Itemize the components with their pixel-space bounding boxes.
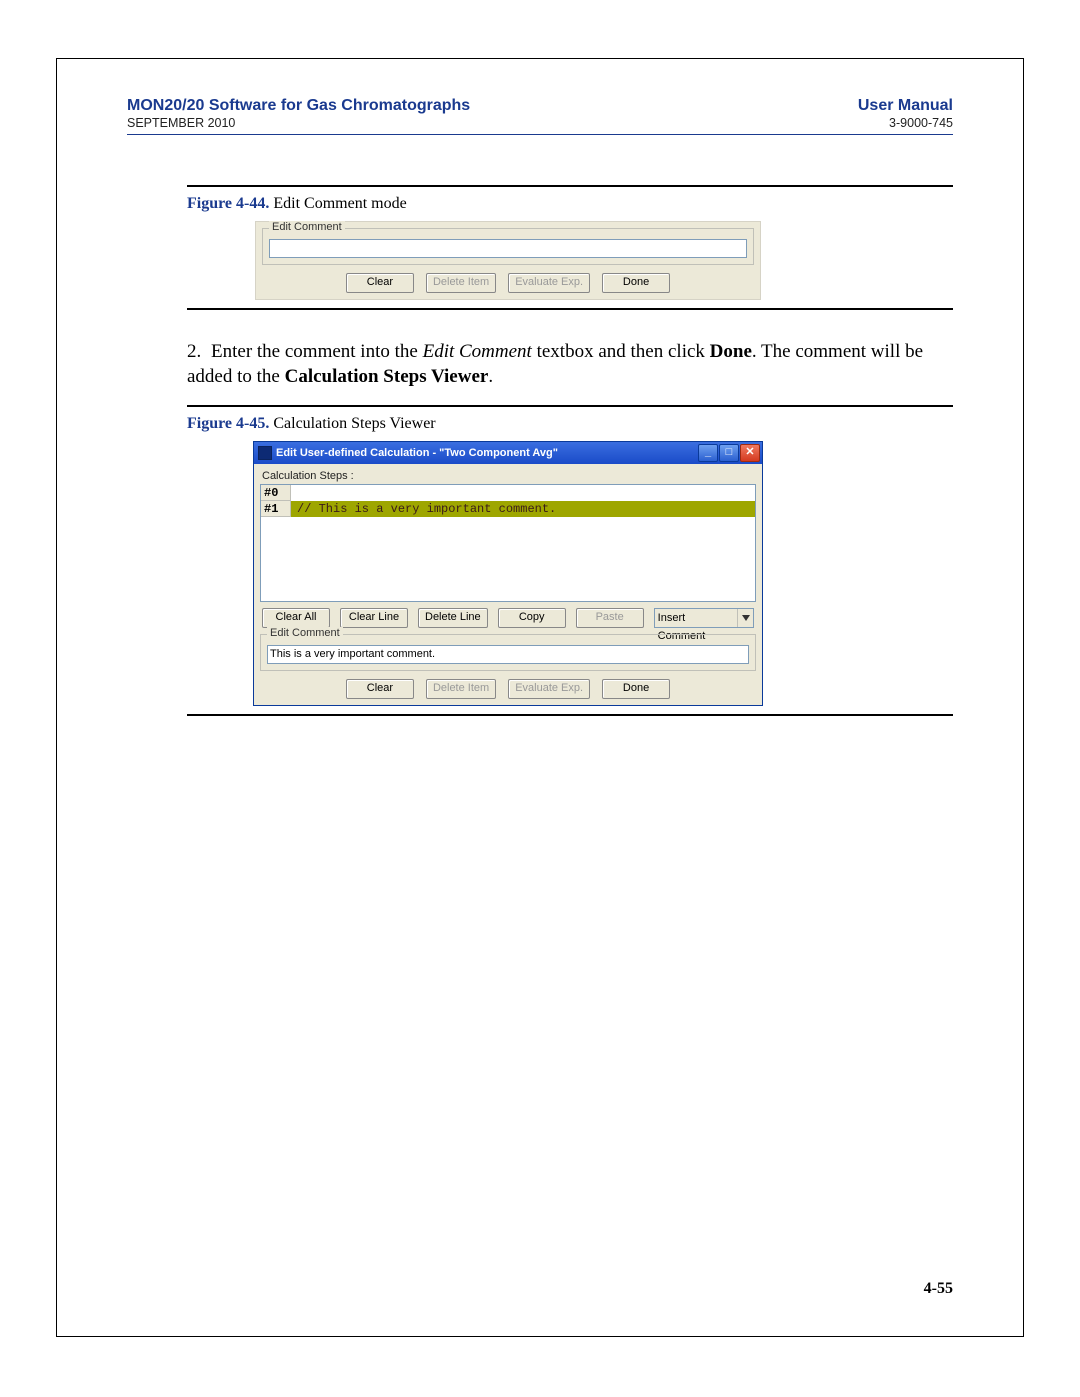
body-edit-comment-ref: Edit Comment (423, 341, 532, 362)
clear-line-button[interactable]: Clear Line (340, 608, 408, 628)
copy-button[interactable]: Copy (498, 608, 566, 628)
step-text-0 (291, 485, 755, 501)
page-content: Figure 4-44. Edit Comment mode Edit Comm… (127, 137, 953, 716)
fig44-caption: Figure 4-44. Edit Comment mode (187, 195, 953, 213)
delete-item-button-2[interactable]: Delete Item (426, 679, 496, 699)
fig45-caption-text: Calculation Steps Viewer (273, 415, 435, 432)
fig44-caption-text: Edit Comment mode (273, 195, 406, 212)
step-idx-0: #0 (261, 485, 291, 501)
hr-below-fig45 (187, 714, 953, 716)
window-title: Edit User-defined Calculation - "Two Com… (276, 447, 698, 459)
hr-above-fig45 (187, 405, 953, 407)
window-body: Calculation Steps : #0 #1 // This is a v… (254, 464, 762, 705)
maximize-button[interactable]: □ (719, 444, 739, 462)
edit-comment-input[interactable] (269, 239, 747, 258)
doc-header: MON20/20 Software for Gas Chromatographs… (127, 97, 953, 135)
hr-above-fig44 (187, 185, 953, 187)
step-idx-1: #1 (261, 501, 291, 517)
edit-comment-input-2[interactable]: This is a very important comment. (267, 645, 749, 664)
clear-button-2[interactable]: Clear (346, 679, 414, 699)
chevron-down-icon[interactable] (737, 609, 753, 627)
header-title-left: MON20/20 Software for Gas Chromatographs (127, 97, 470, 115)
evaluate-exp-button-2[interactable]: Evaluate Exp. (508, 679, 590, 699)
header-date: SEPTEMBER 2010 (127, 116, 470, 130)
step-row-0[interactable]: #0 (261, 485, 755, 501)
close-button[interactable]: ✕ (740, 444, 760, 462)
app-icon (258, 446, 272, 460)
clear-all-button[interactable]: Clear All (262, 608, 330, 628)
page-number: 4-55 (924, 1280, 953, 1298)
step-text-1: // This is a very important comment. (291, 501, 755, 517)
step-row-1[interactable]: #1 // This is a very important comment. (261, 501, 755, 517)
done-button-2[interactable]: Done (602, 679, 670, 699)
page-frame: MON20/20 Software for Gas Chromatographs… (56, 58, 1024, 1337)
edit-comment-legend: Edit Comment (269, 221, 345, 233)
body-t3: textbox and then click (532, 341, 710, 362)
body-t7: . (488, 366, 493, 387)
evaluate-exp-button[interactable]: Evaluate Exp. (508, 273, 590, 293)
window-titlebar[interactable]: Edit User-defined Calculation - "Two Com… (254, 442, 762, 464)
done-button[interactable]: Done (602, 273, 670, 293)
minimize-button[interactable]: _ (698, 444, 718, 462)
hr-below-fig44 (187, 308, 953, 310)
edit-comment-legend-2: Edit Comment (267, 627, 343, 639)
body-done-ref: Done (710, 341, 752, 362)
edit-comment-group: Edit Comment (262, 228, 754, 265)
fig45-label: Figure 4-45. (187, 415, 269, 432)
dropdown-value: Insert Comment (655, 609, 737, 627)
body-calc-viewer-ref: Calculation Steps Viewer (285, 366, 489, 387)
insert-type-dropdown[interactable]: Insert Comment (654, 608, 754, 628)
step-2-paragraph: 2.Enter the comment into the Edit Commen… (187, 340, 953, 389)
delete-line-button[interactable]: Delete Line (418, 608, 488, 628)
paste-button[interactable]: Paste (576, 608, 644, 628)
calc-steps-label: Calculation Steps : (262, 470, 756, 482)
edit-comment-group-2: Edit Comment This is a very important co… (260, 634, 756, 671)
calc-steps-window: Edit User-defined Calculation - "Two Com… (253, 441, 763, 706)
delete-item-button[interactable]: Delete Item (426, 273, 496, 293)
calc-steps-viewer[interactable]: #0 #1 // This is a very important commen… (260, 484, 756, 602)
edit-comment-panel: Edit Comment Clear Delete Item Evaluate … (255, 221, 761, 300)
body-t1: Enter the comment into the (211, 341, 423, 362)
step-number: 2. (187, 340, 211, 365)
fig44-label: Figure 4-44. (187, 195, 269, 212)
header-title-right: User Manual (858, 97, 953, 115)
fig45-caption: Figure 4-45. Calculation Steps Viewer (187, 415, 953, 433)
clear-button[interactable]: Clear (346, 273, 414, 293)
header-doc-number: 3-9000-745 (858, 116, 953, 130)
